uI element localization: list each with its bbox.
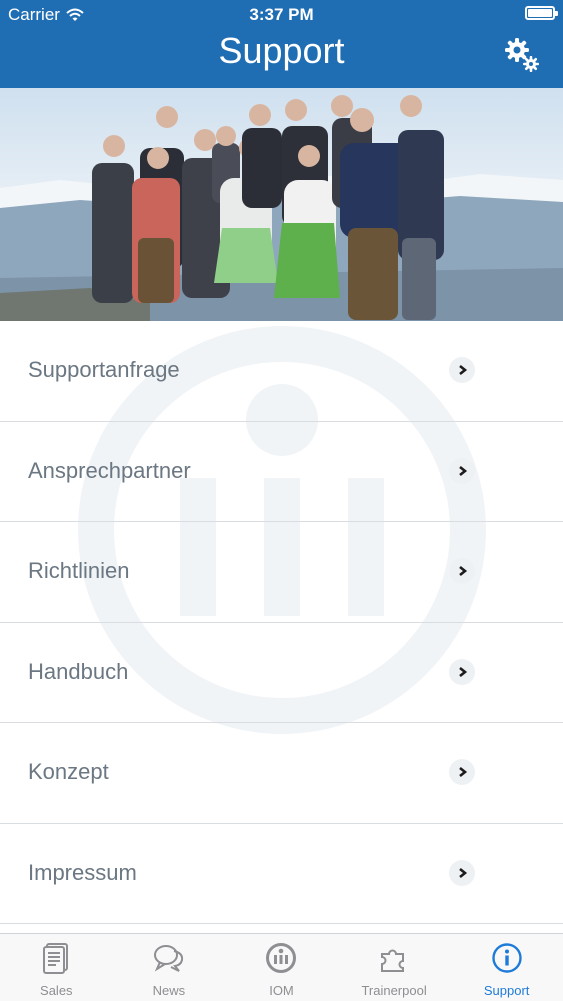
tab-news[interactable]: News: [113, 934, 226, 1001]
puzzle-icon: [381, 949, 405, 972]
info-icon: [491, 943, 522, 973]
team-photo: [0, 88, 563, 321]
menu-item-richtlinien[interactable]: Richtlinien: [0, 522, 563, 623]
menu-item-supportanfrage[interactable]: Supportanfrage: [0, 321, 563, 422]
menu-item-ansprechpartner[interactable]: Ansprechpartner: [0, 422, 563, 522]
menu-item-konzept[interactable]: Konzept: [0, 723, 563, 824]
chevron-right-icon: [449, 558, 475, 584]
support-menu: Supportanfrage Ansprechpartner Richtlini…: [0, 321, 563, 924]
menu-item-label: Supportanfrage: [28, 357, 180, 382]
menu-item-label: Richtlinien: [28, 558, 130, 583]
page-title: Support: [218, 30, 345, 71]
tab-support[interactable]: Support: [450, 934, 563, 1001]
chevron-right-icon: [449, 759, 475, 785]
chevron-right-icon: [449, 357, 475, 383]
chevron-right-icon: [449, 859, 475, 886]
nav-header: Carrier 3:37 PM Support: [0, 0, 563, 88]
tab-label: Sales: [40, 983, 73, 998]
gear-icon[interactable]: [503, 36, 541, 74]
menu-item-handbuch[interactable]: Handbuch: [0, 623, 563, 723]
tab-sales[interactable]: Sales: [0, 934, 113, 1001]
battery-icon: [525, 6, 558, 20]
document-icon: [43, 943, 69, 974]
menu-item-label: Konzept: [28, 759, 109, 784]
menu-item-impressum[interactable]: Impressum: [0, 824, 563, 924]
iom-logo-icon: [266, 943, 297, 973]
tab-trainerpool[interactable]: Trainerpool: [338, 934, 451, 1001]
tab-label: Trainerpool: [361, 983, 427, 998]
tab-bar: Sales News IOM Trainerpool Support: [0, 933, 563, 1001]
chevron-right-icon: [449, 457, 475, 484]
menu-item-label: Ansprechpartner: [28, 457, 191, 483]
status-time: 3:37 PM: [249, 5, 314, 24]
tab-label: Support: [483, 983, 530, 998]
chevron-right-icon: [449, 658, 475, 685]
tab-label: IOM: [269, 983, 294, 998]
status-bar: Carrier 3:37 PM: [0, 0, 563, 28]
tab-iom[interactable]: IOM: [225, 934, 338, 1001]
menu-item-label: Handbuch: [28, 658, 129, 684]
menu-item-label: Impressum: [28, 859, 137, 885]
chat-bubbles-icon: [153, 945, 183, 972]
tab-label: News: [152, 983, 186, 998]
